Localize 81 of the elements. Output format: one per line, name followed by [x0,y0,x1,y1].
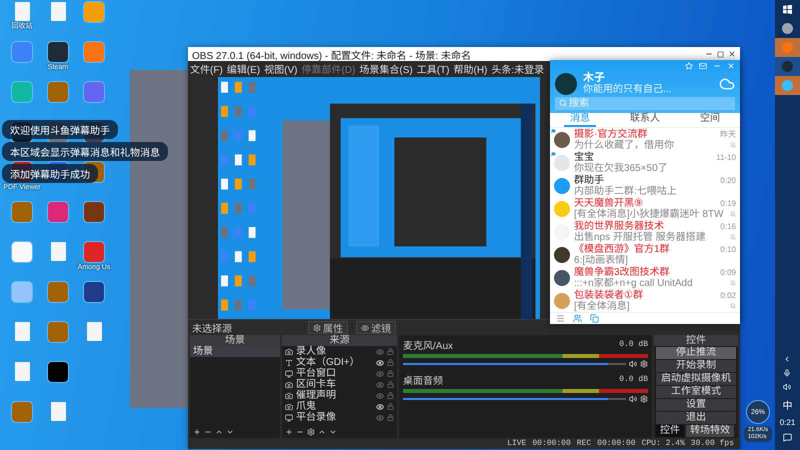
user-signature: 你能用的只有自己... [583,84,672,95]
chat-time: 0:16 [720,222,736,230]
chat-time: 0:20 [720,176,736,184]
chat-item[interactable]: 我的世界服务器技术 0:16 出售nps 开服托管 服务器搭建 [550,220,740,243]
chat-time: 11-10 [716,152,736,162]
control-button[interactable]: 停止推流 [656,347,736,359]
source-item[interactable]: 爪鬼 [296,401,373,412]
control-button[interactable]: 启动虚拟摄像机 [656,373,736,385]
toolbar-button[interactable]: 滤镜 [356,321,396,334]
window-title: OBS 27.0.1 (64-bit, windows) - 配置文件: 未命名 - 场景: 未命名 [192,50,472,62]
chat-item[interactable]: 摄影·官方交流群 昨天 为什么收藏了，借用你 [550,128,740,151]
track-name: 麦克风/Aux [403,340,454,352]
chat-preview: 出售nps 开服托管 服务器搭建 [574,232,706,242]
db-reading: 0.0 dB [619,375,648,384]
menu-item[interactable]: 文件(F) [190,60,223,76]
source-item[interactable]: 催理声明 [296,390,373,401]
panel-header: 场景 [190,335,280,346]
source-item[interactable]: 文本（GDI+） [296,357,373,368]
source-item[interactable]: 录人像 [296,346,373,357]
chat-item[interactable]: 《模盘西游》官方1群 0:10 6:[动画表情] [550,243,740,266]
chat-preview: [有全体消息] [574,300,630,312]
chat-time: 0:09 [720,268,736,276]
chat-time: 0:19 [720,198,736,208]
chat-name: 天天魔兽开黑⑨ [574,198,643,208]
panel-header: 控件 [654,335,738,346]
panel-header: 来源 [282,335,397,346]
notification-toast: 本区域会显示弹幕消息和礼物消息 [2,142,168,161]
menu-item[interactable]: 帮助(H) [453,60,488,76]
ime-indicator[interactable]: 中 [782,397,792,412]
chat-name: 宝宝 [574,152,594,162]
control-button[interactable]: 退出 [656,412,736,424]
rec-time: 00:00:00 [597,438,636,448]
cpu-usage: CPU: 2.4% [642,438,685,448]
menu-item[interactable]: 编辑(E) [226,60,260,76]
chat-name: 魔兽争霸3改图技术群 [574,266,670,278]
dock-tab[interactable]: 转场特效 [686,425,734,437]
notification-toast: 欢迎使用斗鱼弹幕助手 [2,120,118,139]
chat-tab[interactable]: 联系人 [624,113,666,127]
chat-preview: :::+n家都+n+g call UnitAdd [574,278,693,288]
toolbar-button[interactable]: 属性 [308,321,348,334]
chat-preview: 你现在欠我365×50了 [574,162,668,174]
chat-name: 我的世界服务器技术 [574,220,664,232]
menu-item[interactable]: 头条:未登录 [491,60,544,76]
chat-item[interactable]: 包装装袋者①群 0:02 [有全体消息] [550,289,740,312]
chat-preview: [有全体消息]小狄捷爆霸迷叶 8TW [574,208,724,220]
chat-name: 摄影·官方交流群 [574,128,648,140]
menu-item[interactable]: 工具(T) [416,60,450,76]
chat-name: 包装装袋者①群 [574,290,643,300]
chat-item[interactable]: 魔兽争霸3改图技术群 0:09 :::+n家都+n+g call UnitAdd [550,266,740,289]
chat-time: 0:10 [720,244,736,254]
chat-time: 昨天 [720,128,736,140]
control-button[interactable]: 开始录制 [656,360,736,372]
source-item[interactable]: 区间卡车 [296,379,373,390]
clock[interactable]: 0:21 [780,418,796,427]
live-time: 00:00:00 [532,438,571,448]
source-item[interactable]: 平台录像 [296,412,373,423]
source-item[interactable]: 平台窗口 [296,368,373,379]
chat-item[interactable]: 群助手 0:20 内部助手二群:七喂咕上 [550,174,740,197]
notification-toast: 添加弹幕助手成功 [2,164,98,183]
source-status: 未选择源 [192,322,232,335]
chat-name: 《模盘西游》官方1群 [574,244,670,254]
chat-preview: 6:[动画表情] [574,254,628,266]
chat-item[interactable]: 宝宝 11-10 你现在欠我365×50了 [550,151,740,174]
dock-tab[interactable]: 控件 [656,425,684,437]
chat-time: 0:02 [720,290,736,300]
control-button[interactable]: 工作室模式 [656,386,736,398]
menu-item[interactable]: 场景集合(S) [359,60,413,76]
chat-preview: 为什么收藏了，借用你 [574,140,674,150]
live-label: LIVE [507,438,526,448]
rec-label: REC [576,438,592,448]
fps-reading: 30.00 fps [690,438,734,448]
track-name: 桌面音频 [403,374,443,387]
chat-name: 群助手 [574,174,604,186]
menu-item[interactable]: 视图(V) [264,60,298,76]
chat-tab[interactable]: 空间 [694,113,726,127]
scene-item[interactable]: 场景 [190,346,280,357]
chat-preview: 内部助手二群:七喂咕上 [574,186,677,196]
db-reading: 0.0 dB [619,340,648,349]
user-name: 木子 [583,72,606,84]
control-button[interactable]: 设置 [656,399,736,411]
chat-item[interactable]: 天天魔兽开黑⑨ 0:19 [有全体消息]小狄捷爆霸迷叶 8TW [550,197,740,220]
